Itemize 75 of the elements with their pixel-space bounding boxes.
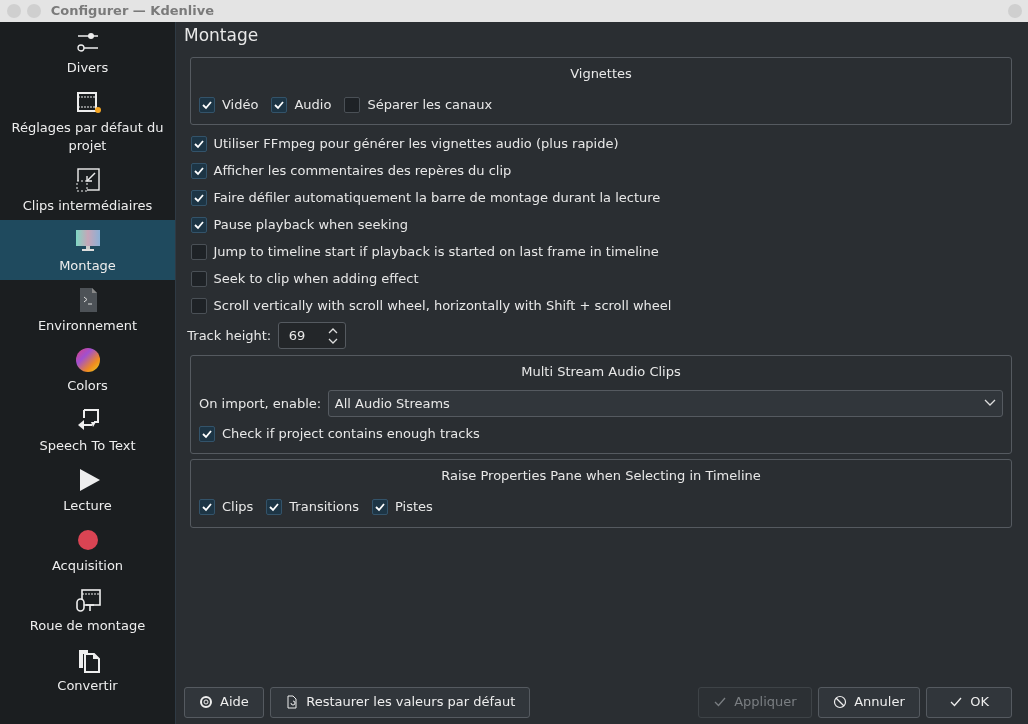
checkbox-label[interactable]: Séparer les canaux [367, 94, 493, 115]
wheel-icon [73, 586, 102, 614]
checkbox[interactable]: Jump to timeline start if playback is started on last frame in timeline [190, 238, 659, 265]
checkbox-box[interactable] [199, 96, 215, 113]
checkbox[interactable]: Faire défiler automatiquement la barre de montage durant la lecture [190, 184, 661, 211]
checkbox[interactable]: Audio [271, 91, 332, 118]
checkbox[interactable]: Transitions [266, 493, 359, 521]
checkbox-box[interactable] [190, 162, 207, 179]
checkbox[interactable]: Afficher les commentaires des repères du clip [190, 157, 512, 184]
checkbox[interactable]: Seek to clip when adding effect [190, 265, 419, 292]
checkbox[interactable]: Utiliser FFmpeg pour générer les vignettes audio (plus rapide) [190, 130, 619, 157]
checkbox-box[interactable] [190, 243, 207, 260]
checkbox-label[interactable]: Transitions [289, 497, 359, 517]
caret-icon [984, 399, 996, 408]
sidebar-item[interactable]: Clips intermédiaires [0, 160, 175, 220]
checkbox-label[interactable]: Faire défiler automatiquement la barre de montage durant la lecture [213, 187, 661, 208]
checkbox-label[interactable]: Jump to timeline start if playback is started on last frame in timeline [213, 241, 659, 262]
checkbox-label[interactable]: Afficher les commentaires des repères du clip [213, 160, 512, 181]
group-title: Raise Properties Pane when Selecting in Timeline [440, 467, 762, 485]
checkbox-box[interactable] [190, 270, 207, 287]
checkbox-label[interactable]: Pause playback when seeking [213, 214, 409, 235]
checkbox-box[interactable] [199, 425, 215, 442]
checkbox[interactable]: Clips [199, 493, 254, 521]
check-icon [713, 695, 728, 709]
group-title: Multi Stream Audio Clips [520, 363, 682, 382]
checkbox-label[interactable]: Check if project contains enough tracks [222, 423, 480, 444]
checkbox-box[interactable] [199, 499, 215, 515]
checkbox-label[interactable]: Pistes [394, 497, 433, 517]
sidebar-item[interactable]: Lecture [0, 460, 175, 520]
check-icon [949, 695, 964, 709]
button[interactable]: Restaurer les valeurs par défaut [270, 686, 531, 718]
document-icon [285, 695, 300, 709]
checkbox-box[interactable] [344, 96, 361, 113]
sidebar-item[interactable]: Speech To Text [0, 400, 175, 460]
lifebuoy-icon [199, 695, 213, 709]
checkbox-label[interactable]: Utiliser FFmpeg pour générer les vignettes audio (plus rapide) [213, 133, 619, 154]
checkbox-box[interactable] [190, 297, 207, 314]
field-label: Track height: [187, 327, 272, 345]
sidebar-item[interactable]: Montage [0, 220, 175, 280]
checkbox-label[interactable]: Audio [294, 94, 332, 115]
checkbox-label[interactable]: Vidéo [222, 94, 259, 115]
checkbox-box[interactable] [190, 135, 207, 152]
sidebar-item[interactable]: Acquisition [0, 520, 175, 580]
dropdown[interactable]: All Audio Streams [327, 389, 1003, 417]
group-title: Vignettes [569, 64, 633, 83]
field-label: On import, enable: [199, 394, 322, 413]
checkbox-box[interactable] [190, 189, 207, 206]
checkbox-label[interactable]: Scroll vertically with scroll wheel, horizontally with Shift + scroll wheel [213, 295, 672, 316]
window-title: Configurer — Kdenlive [50, 2, 215, 21]
button[interactable]: OK [926, 686, 1012, 718]
resize-icon [73, 166, 102, 194]
checkbox-label[interactable]: Seek to clip when adding effect [213, 268, 419, 289]
sidebar-item[interactable]: Environnement [0, 280, 175, 340]
checkbox-box[interactable] [371, 499, 388, 515]
checkbox-label[interactable]: Clips [222, 497, 254, 517]
checkbox[interactable]: Séparer les canaux [344, 91, 493, 118]
checkbox[interactable]: Vidéo [199, 91, 259, 118]
cancel-icon [833, 695, 848, 709]
page-title: Montage [184, 24, 260, 47]
color-wheel-icon [73, 346, 102, 374]
checkbox-box[interactable] [266, 499, 283, 515]
checkbox[interactable]: Pause playback when seeking [190, 211, 409, 238]
checkbox-box[interactable] [190, 216, 207, 233]
checkbox-box[interactable] [271, 96, 288, 113]
sidebar-item[interactable]: Divers [0, 22, 175, 82]
checkbox[interactable]: Scroll vertically with scroll wheel, horizontally with Shift + scroll wheel [190, 292, 672, 319]
sidebar-item[interactable]: Réglages par défaut du projet [0, 82, 175, 160]
checkbox[interactable]: Pistes [371, 493, 433, 521]
sidebar-item[interactable]: Colors [0, 340, 175, 400]
sidebar-item[interactable]: Convertir [0, 640, 175, 700]
button[interactable]: Aide [184, 686, 264, 718]
spin-box[interactable]: 69 [277, 322, 346, 350]
button[interactable]: Annuler [818, 686, 920, 718]
checkbox[interactable]: Check if project contains enough tracks [199, 420, 480, 447]
sidebar-item[interactable]: Roue de montage [0, 580, 175, 640]
